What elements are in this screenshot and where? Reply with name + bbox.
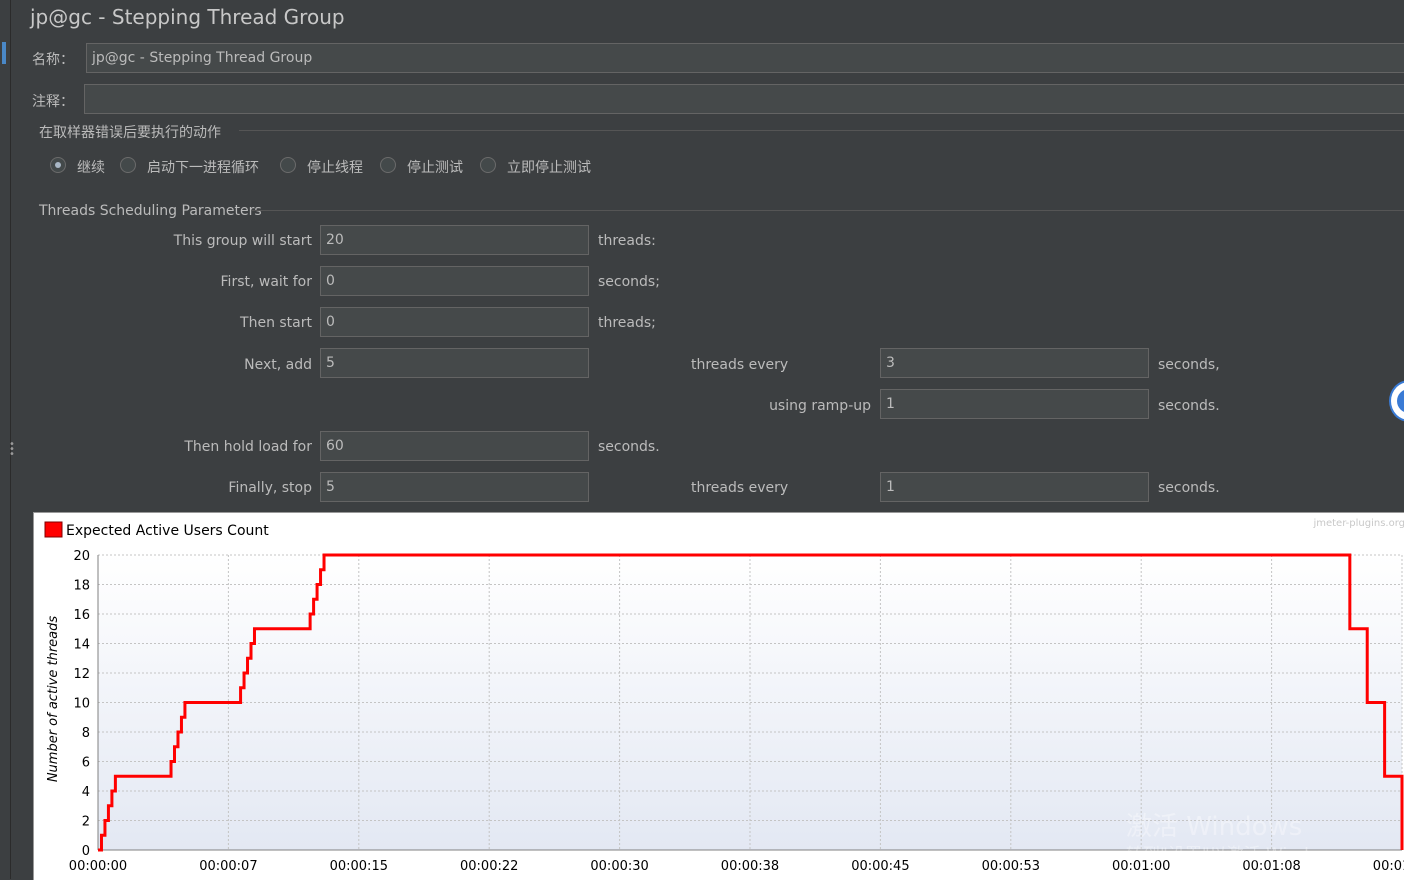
x-tick-label: 00:00:53 <box>982 859 1040 874</box>
left-strip: • • • <box>0 0 15 879</box>
then-start-label: Then start <box>240 315 312 331</box>
y-tick-label: 12 <box>73 667 90 682</box>
x-tick-label: 00:00:38 <box>721 859 779 874</box>
radio-stop-thread[interactable] <box>280 157 296 173</box>
rampup-label: using ramp-up <box>769 398 871 414</box>
stop-threads-every-label: threads every <box>691 480 789 496</box>
x-tick-label: 00:00:22 <box>460 859 518 874</box>
group-divider <box>252 210 1404 211</box>
rampup-unit: seconds. <box>1158 398 1220 414</box>
threads-every-label: threads every <box>691 357 789 373</box>
tree-selection-marker <box>2 42 6 64</box>
y-tick-label: 16 <box>73 608 90 623</box>
radio-stop-test-now[interactable] <box>480 157 496 173</box>
y-tick-label: 18 <box>73 579 90 594</box>
x-tick-label: 00:00:00 <box>69 859 127 874</box>
activation-watermark-title: 激活 Windows <box>1126 812 1303 842</box>
start-threads-label: This group will start <box>173 233 312 249</box>
radio-stop-test-now-label[interactable]: 立即停止测试 <box>507 157 591 177</box>
stop-every-input[interactable]: 1 <box>880 472 1149 502</box>
next-add-label: Next, add <box>244 357 312 373</box>
hold-load-unit: seconds. <box>598 439 660 455</box>
chart-watermark: jmeter-plugins.org <box>1312 518 1404 529</box>
scheduling-group-title: Threads Scheduling Parameters <box>39 203 262 219</box>
floating-assistant-icon[interactable] <box>1389 380 1404 422</box>
x-tick-label: 00:00:15 <box>330 859 388 874</box>
legend-swatch <box>44 521 63 538</box>
hold-load-input[interactable]: 60 <box>320 431 589 461</box>
start-threads-unit: threads: <box>598 233 656 249</box>
y-tick-label: 2 <box>82 815 90 830</box>
comment-label: 注释： <box>32 94 74 110</box>
add-every-unit: seconds, <box>1158 357 1220 373</box>
finally-stop-input[interactable]: 5 <box>320 472 589 502</box>
y-tick-label: 6 <box>82 756 90 771</box>
x-tick-label: 00:00:07 <box>199 859 257 874</box>
radio-continue[interactable] <box>50 157 66 173</box>
activation-watermark-subtitle: 转到"设置"以激活 Windows。 <box>1126 845 1359 865</box>
y-tick-label: 8 <box>82 726 90 741</box>
then-start-unit: threads; <box>598 315 656 331</box>
then-start-input[interactable]: 0 <box>320 307 589 337</box>
comment-input[interactable] <box>84 84 1404 114</box>
initial-delay-unit: seconds; <box>598 274 660 290</box>
y-tick-label: 10 <box>73 697 90 712</box>
page-title: jp@gc - Stepping Thread Group <box>30 5 345 29</box>
hold-load-label: Then hold load for <box>184 439 312 455</box>
rampup-input[interactable]: 1 <box>880 389 1149 419</box>
y-tick-label: 14 <box>73 638 90 653</box>
stop-every-unit: seconds. <box>1158 480 1220 496</box>
error-action-group-title: 在取样器错误后要执行的动作 <box>39 125 221 141</box>
y-tick-label: 4 <box>82 785 90 800</box>
x-tick-label: 00:00:45 <box>851 859 909 874</box>
y-tick-label: 0 <box>82 844 90 859</box>
radio-continue-label[interactable]: 继续 <box>77 157 105 177</box>
start-threads-input[interactable]: 20 <box>320 225 589 255</box>
name-input[interactable]: jp@gc - Stepping Thread Group <box>86 43 1404 73</box>
x-tick-label: 00:01:15 <box>1373 859 1404 874</box>
initial-delay-input[interactable]: 0 <box>320 266 589 296</box>
radio-stop-thread-label[interactable]: 停止线程 <box>307 157 363 177</box>
y-axis-label: Number of active threads <box>46 616 61 783</box>
y-tick-label: 20 <box>73 549 90 564</box>
name-label: 名称： <box>32 52 74 68</box>
radio-stop-test-label[interactable]: 停止测试 <box>407 157 463 177</box>
initial-delay-label: First, wait for <box>220 274 312 290</box>
finally-stop-label: Finally, stop <box>228 480 312 496</box>
x-tick-label: 00:00:30 <box>590 859 648 874</box>
radio-next-loop-label[interactable]: 启动下一进程循环 <box>147 157 259 177</box>
radio-next-loop[interactable] <box>120 157 136 173</box>
next-add-input[interactable]: 5 <box>320 348 589 378</box>
add-every-input[interactable]: 3 <box>880 348 1149 378</box>
group-divider <box>239 130 1404 131</box>
legend-label: Expected Active Users Count <box>66 523 269 539</box>
drag-handle-icon[interactable]: • • • <box>9 440 15 460</box>
radio-stop-test[interactable] <box>380 157 396 173</box>
